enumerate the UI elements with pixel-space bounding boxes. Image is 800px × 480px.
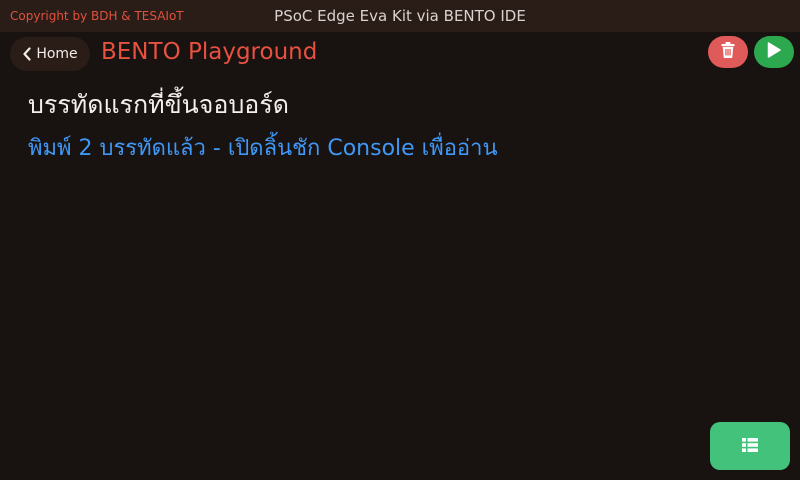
home-label: Home	[36, 46, 78, 62]
page-title: BENTO Playground	[101, 39, 318, 65]
trash-icon	[721, 42, 735, 62]
list-icon	[742, 437, 758, 456]
console-hint-line: พิมพ์ 2 บรรทัดแล้ว - เปิดลิ้นชัก Console…	[28, 136, 498, 161]
play-icon	[767, 42, 781, 62]
chevron-left-icon	[22, 47, 32, 61]
top-bar: Copyright by BDH & TESAIoT PSoC Edge Eva…	[0, 0, 800, 32]
home-button[interactable]: Home	[10, 37, 90, 71]
window-title: PSoC Edge Eva Kit via BENTO IDE	[274, 7, 526, 25]
delete-button[interactable]	[708, 36, 748, 68]
run-button[interactable]	[754, 36, 794, 68]
console-drawer-button[interactable]	[710, 422, 790, 470]
board-output-line: บรรทัดแรกที่ขึ้นจอบอร์ด	[28, 90, 289, 119]
app-screen: Copyright by BDH & TESAIoT PSoC Edge Eva…	[0, 0, 800, 480]
